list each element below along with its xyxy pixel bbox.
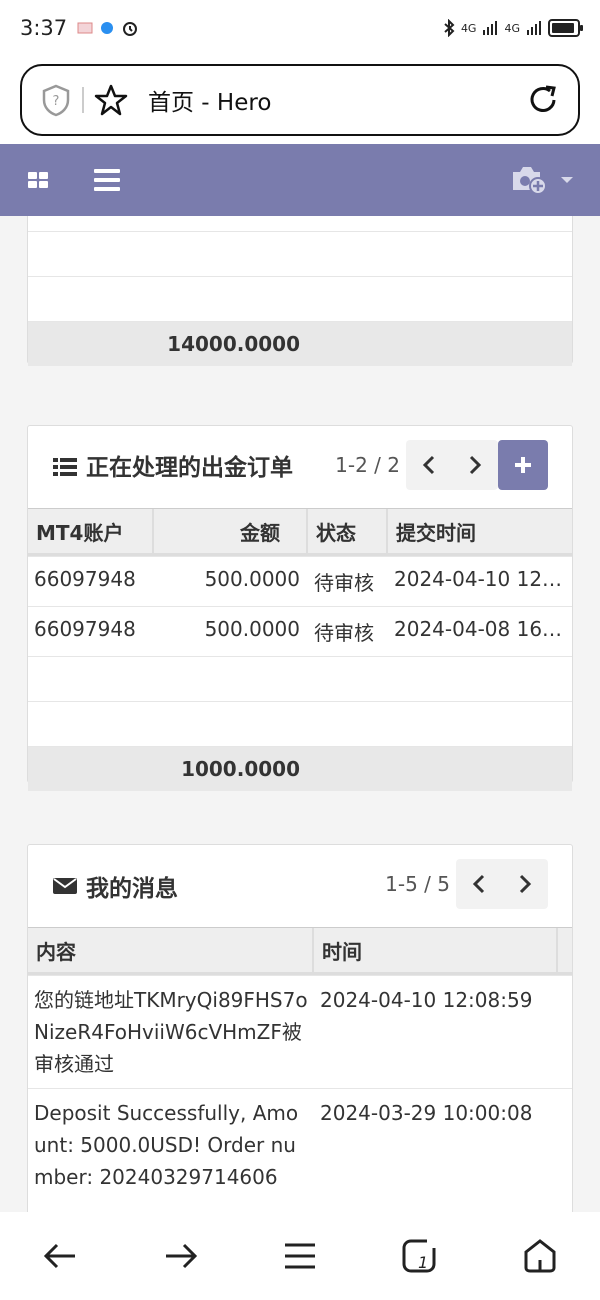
- message-row[interactable]: Deposit Successfully, Amount: 5000.0USD!…: [28, 1088, 572, 1201]
- notification-icons: [77, 19, 139, 37]
- prev-page-button[interactable]: [456, 859, 502, 909]
- cell-submit-time: 2024-04-10 12:08:59: [394, 567, 572, 591]
- svg-text:?: ?: [53, 94, 60, 109]
- apps-grid-icon[interactable]: [26, 168, 50, 192]
- messages-panel: 我的消息 1-5 / 5 内容 时间 您的链地址TKMryQi89FHS7oNi…: [27, 844, 573, 1212]
- prev-page-button[interactable]: [406, 440, 452, 490]
- message-time: 2024-04-10 12:08:59: [320, 988, 533, 1012]
- browser-toolbar: ? 首页 - Hero: [0, 56, 600, 144]
- table-row: [28, 656, 572, 701]
- pager-count: 1-5 / 5: [385, 872, 450, 896]
- balance-panel: 14000.0000: [27, 216, 573, 366]
- status-bar: 3:37 4G 4G: [0, 0, 600, 56]
- menu-icon[interactable]: [283, 1241, 317, 1271]
- address-divider: [82, 87, 84, 113]
- next-page-button[interactable]: [502, 859, 548, 909]
- browser-bottom-nav: 1: [0, 1212, 600, 1300]
- table-header: 内容 时间: [28, 927, 572, 975]
- add-order-button[interactable]: [498, 440, 548, 490]
- panel-title: 正在处理的出金订单: [86, 455, 293, 481]
- bluetooth-icon: [444, 19, 455, 37]
- table-row: [28, 276, 572, 321]
- pager-nav: [456, 859, 548, 909]
- message-time: 2024-03-29 10:00:08: [320, 1101, 533, 1125]
- col-header-amount[interactable]: 金额: [154, 509, 308, 553]
- table-row[interactable]: 66097948 500.0000 待审核 2024-04-08 16:30:1…: [28, 606, 572, 656]
- app-header: [0, 144, 600, 216]
- tabs-icon[interactable]: 1: [401, 1238, 437, 1274]
- network-label-2: 4G: [504, 21, 520, 35]
- svg-text:1: 1: [418, 1253, 428, 1272]
- plus-icon: [515, 457, 531, 473]
- reload-icon[interactable]: [526, 83, 560, 117]
- cell-account: 66097948: [34, 617, 136, 641]
- table-row: [28, 231, 572, 276]
- chevron-left-icon: [422, 455, 435, 475]
- pager: 1-2 / 2: [335, 440, 548, 490]
- forward-arrow-icon[interactable]: [163, 1241, 199, 1271]
- list-icon: [53, 458, 77, 476]
- total-value: 1000.0000: [181, 757, 300, 781]
- network-label-1: 4G: [460, 21, 477, 35]
- total-value: 14000.0000: [167, 332, 300, 356]
- status-right-icons: 4G 4G: [443, 19, 583, 37]
- page-tab-title: 首页 - Hero: [148, 90, 272, 116]
- total-row: 1000.0000: [28, 746, 572, 791]
- chevron-left-icon: [472, 874, 485, 894]
- address-bar[interactable]: ? 首页 - Hero: [20, 64, 580, 136]
- mail-notification-icon: [77, 22, 93, 34]
- col-header-status[interactable]: 状态: [308, 509, 388, 553]
- col-header-submit-time[interactable]: 提交时间: [388, 509, 572, 553]
- message-content: 您的链地址TKMryQi89FHS7oNizeR4FoHviiW6cVHmZF被…: [34, 988, 308, 1076]
- panel-title: 我的消息: [86, 876, 178, 902]
- cell-status: 待审核: [314, 571, 374, 595]
- add-photo-camera-icon: [513, 167, 547, 195]
- chat-notification-icon: [101, 22, 114, 34]
- home-icon[interactable]: [522, 1238, 558, 1274]
- pager-count: 1-2 / 2: [335, 453, 400, 477]
- panel-header: 我的消息 1-5 / 5: [28, 845, 572, 927]
- table-header: MT4账户 金额 状态 提交时间: [28, 508, 572, 556]
- table-row[interactable]: 66097948 500.0000 待审核 2024-04-10 12:08:5…: [28, 556, 572, 606]
- panel-header: 正在处理的出金订单 1-2 / 2: [28, 426, 572, 508]
- signal-icon-2: [527, 21, 541, 35]
- chevron-right-icon: [469, 455, 482, 475]
- col-header-content[interactable]: 内容: [28, 928, 314, 972]
- col-header-account[interactable]: MT4账户: [28, 509, 154, 553]
- table-row: [28, 701, 572, 746]
- camera-dropdown[interactable]: [510, 164, 574, 196]
- battery-icon: [548, 19, 583, 37]
- pager-nav: [406, 440, 498, 490]
- col-header-time[interactable]: 时间: [314, 928, 558, 972]
- cell-account: 66097948: [34, 567, 136, 591]
- pager: 1-5 / 5: [385, 859, 548, 909]
- message-content: Deposit Successfully, Amount: 5000.0USD!…: [34, 1101, 299, 1189]
- message-row[interactable]: 您的链地址TKMryQi89FHS7oNizeR4FoHviiW6cVHmZF被…: [28, 975, 572, 1088]
- total-row: 14000.0000: [28, 321, 572, 366]
- table-row: [28, 216, 572, 231]
- back-arrow-icon[interactable]: [42, 1241, 78, 1271]
- cell-amount: 500.0000: [204, 567, 300, 591]
- cell-amount: 500.0000: [204, 617, 300, 641]
- signal-icon-1: [483, 21, 498, 35]
- alarm-icon: [123, 22, 138, 36]
- withdraw-orders-panel: 正在处理的出金订单 1-2 / 2 MT4账户 金额 状态 提交时间 66097…: [27, 425, 573, 791]
- cell-status: 待审核: [314, 621, 374, 645]
- cell-submit-time: 2024-04-08 16:30:12: [394, 617, 572, 641]
- status-time: 3:37: [20, 16, 68, 40]
- bookmark-star-icon[interactable]: [94, 83, 128, 117]
- envelope-icon: [53, 878, 77, 894]
- hamburger-menu-icon[interactable]: [92, 167, 122, 193]
- main-content: 14000.0000 正在处理的出金订单 1-2 / 2 MT4账户 金额 状态…: [0, 216, 600, 1212]
- chevron-down-icon: [561, 177, 573, 183]
- next-page-button[interactable]: [452, 440, 498, 490]
- chevron-right-icon: [519, 874, 532, 894]
- security-shield-icon[interactable]: ?: [40, 83, 72, 117]
